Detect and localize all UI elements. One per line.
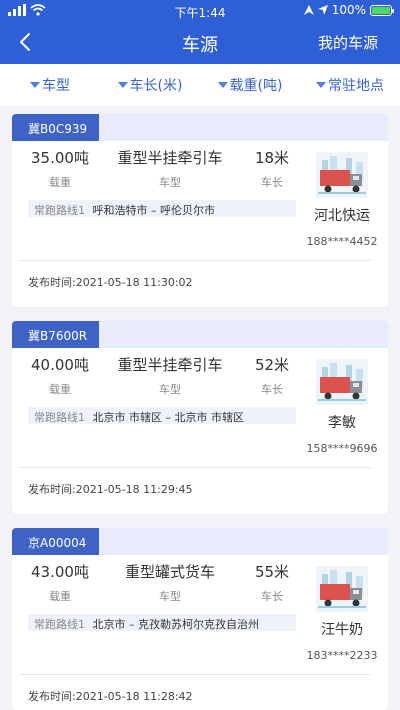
- plate-number: 冀B7600R: [12, 321, 99, 348]
- frequent-route: 常跑路线1 北京市 – 克孜勒苏柯尔克孜自治州: [28, 614, 296, 631]
- vehicle-length: 52米: [254, 356, 290, 374]
- vehicle-card[interactable]: 冀B0C939 35.00吨 载重 重型半挂牵引车 车型 18米 车长 常跑路线…: [12, 114, 388, 307]
- plate-number: 冀B0C939: [12, 114, 99, 141]
- vehicle-card[interactable]: 京A00004 43.00吨 载重 重型罐式货车 车型 55米 车长 常跑路线1…: [12, 528, 388, 710]
- load-weight: 43.00吨: [31, 563, 89, 581]
- vehicle-length: 55米: [254, 563, 290, 581]
- phone-number[interactable]: 188****4452: [298, 235, 386, 248]
- divider: [20, 467, 370, 468]
- publish-time: 发布时间:2021-05-18 11:30:02: [28, 276, 193, 289]
- vehicle-type: 重型罐式货车: [124, 563, 215, 581]
- load-weight: 40.00吨: [31, 356, 89, 374]
- filter-vehicle-type[interactable]: 车型: [0, 64, 100, 106]
- phone-number[interactable]: 183****2233: [298, 649, 386, 662]
- truck-avatar-icon: [316, 359, 368, 405]
- battery-percent: 100%: [331, 3, 366, 17]
- plate-number: 京A00004: [12, 528, 99, 555]
- battery-icon: [370, 4, 394, 16]
- frequent-route: 常跑路线1 北京市 市辖区 – 北京市 市辖区: [28, 407, 296, 424]
- company-name: 河北快运: [314, 208, 370, 224]
- location-icon: [303, 5, 314, 15]
- divider: [20, 260, 370, 261]
- filter-home-location[interactable]: 常驻地点: [300, 64, 400, 106]
- filter-vehicle-length[interactable]: 车长(米): [100, 64, 200, 106]
- nav-bar: 车源 我的车源: [0, 22, 400, 64]
- vehicle-length: 18米: [254, 149, 290, 167]
- arrow-icon: [317, 5, 328, 15]
- truck-avatar-icon: [316, 152, 368, 198]
- vehicle-type: 重型半挂牵引车: [117, 356, 223, 374]
- dropdown-triangle-icon: [117, 82, 128, 88]
- filter-load-weight[interactable]: 载重(吨): [200, 64, 300, 106]
- publish-time: 发布时间:2021-05-18 11:29:45: [28, 483, 193, 496]
- dropdown-triangle-icon: [30, 82, 40, 88]
- vehicle-card[interactable]: 冀B7600R 40.00吨 载重 重型半挂牵引车 车型 52米 车长 常跑路线…: [12, 321, 388, 514]
- load-weight: 35.00吨: [31, 149, 89, 167]
- company-name: 汪牛奶: [321, 622, 363, 638]
- company-name: 李敏: [328, 415, 356, 431]
- truck-avatar-icon: [316, 566, 368, 612]
- divider: [20, 674, 370, 675]
- app-header: 下午1:44 100% 车源 我的车源: [0, 0, 400, 64]
- publish-time: 发布时间:2021-05-18 11:28:42: [28, 690, 193, 703]
- frequent-route: 常跑路线1 呼和浩特市 – 呼伦贝尔市: [28, 200, 296, 217]
- my-vehicles-link[interactable]: 我的车源: [318, 32, 378, 53]
- phone-number[interactable]: 158****9696: [298, 442, 386, 455]
- vehicle-type: 重型半挂牵引车: [117, 149, 223, 167]
- dropdown-triangle-icon: [217, 82, 228, 88]
- status-bar: 下午1:44 100%: [0, 0, 400, 22]
- filter-bar: 车型 车长(米) 载重(吨) 常驻地点: [0, 64, 400, 106]
- dropdown-triangle-icon: [316, 82, 326, 88]
